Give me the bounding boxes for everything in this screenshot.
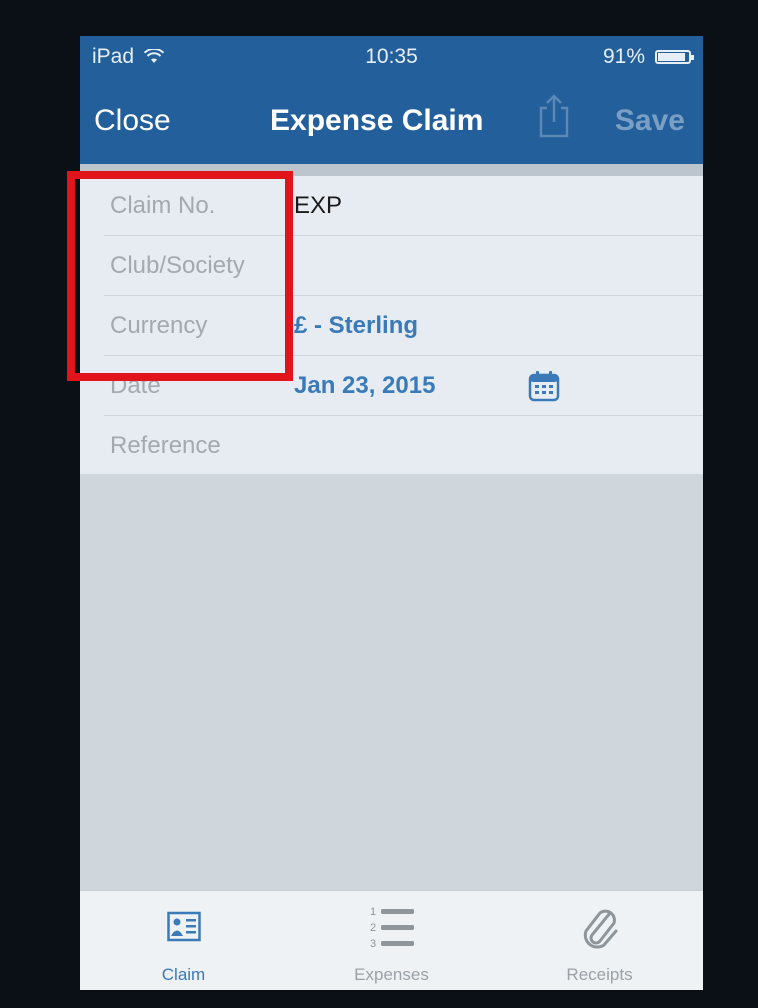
page-title: Expense Claim: [270, 104, 484, 137]
numbered-list-icon: 1 2 3: [370, 906, 414, 950]
navigation-bar: Close Expense Claim Save: [80, 80, 703, 164]
svg-text:1: 1: [370, 906, 376, 918]
save-button[interactable]: Save: [615, 104, 685, 138]
currency-value[interactable]: £ - Sterling: [294, 296, 418, 356]
claim-no-value[interactable]: EXP: [294, 176, 342, 236]
battery-percentage: 91%: [602, 45, 645, 68]
id-card-icon: [166, 911, 201, 942]
highlight-box: [67, 171, 293, 381]
tab-expenses-label: Expenses: [354, 965, 429, 984]
battery-fill: [658, 53, 685, 61]
form-row-reference[interactable]: Reference: [80, 416, 703, 476]
date-value[interactable]: Jan 23, 2015: [294, 356, 435, 416]
close-button[interactable]: Close: [94, 104, 171, 138]
reference-label: Reference: [110, 432, 221, 459]
tab-receipts-label: Receipts: [566, 965, 633, 984]
tab-bar: Claim 1 2 3 Expenses Receipts: [80, 890, 703, 990]
tab-claim[interactable]: Claim: [80, 891, 287, 990]
calendar-icon[interactable]: [528, 370, 560, 402]
share-icon[interactable]: [536, 92, 572, 140]
tab-expenses[interactable]: 1 2 3 Expenses: [288, 891, 495, 990]
svg-text:2: 2: [370, 922, 376, 934]
paperclip-icon: [583, 909, 617, 949]
status-bar: iPad 10:35 91%: [80, 36, 703, 80]
battery-nub: [691, 55, 694, 60]
tab-claim-label: Claim: [161, 965, 206, 984]
tab-receipts[interactable]: Receipts: [496, 891, 703, 990]
svg-text:3: 3: [370, 938, 376, 950]
battery-icon: [655, 50, 694, 64]
